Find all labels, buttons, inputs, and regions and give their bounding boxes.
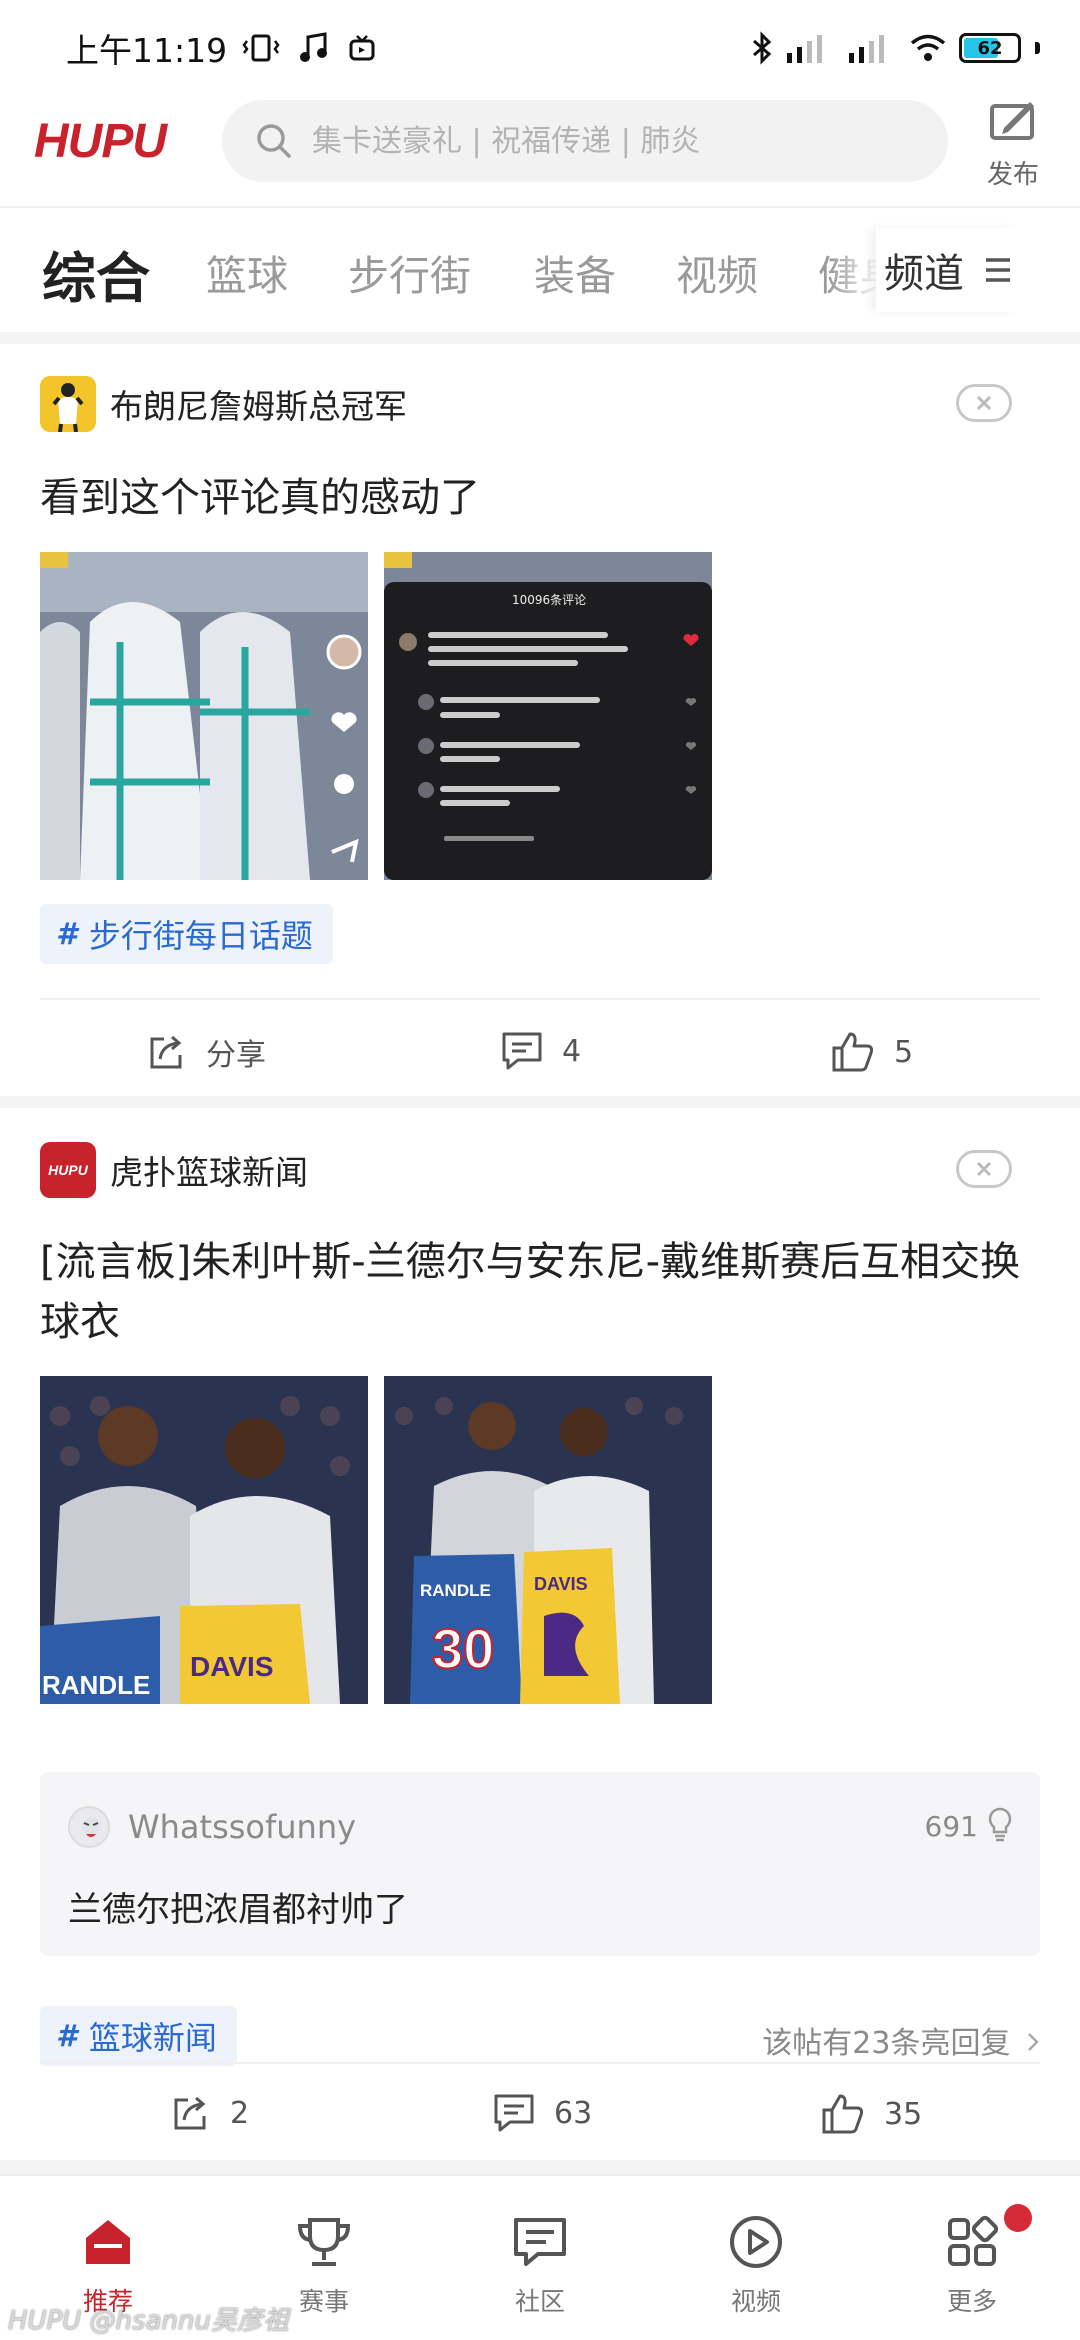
channels-label: 频道 <box>884 251 964 297</box>
hupu-logo[interactable]: HUPU <box>34 114 167 169</box>
post-image-2[interactable]: 10096条评论 <box>384 552 712 880</box>
svg-text:DAVIS: DAVIS <box>534 1574 588 1594</box>
share-icon <box>150 1035 182 1069</box>
tab-video[interactable]: 视频 <box>676 242 758 302</box>
like-button[interactable]: 5 <box>830 1030 913 1074</box>
status-bar: 上午11:19 62 <box>0 0 1080 96</box>
chevron-right-icon <box>1028 2033 1039 2051</box>
comment-username[interactable]: Whatssofunny <box>128 1808 356 1846</box>
dismiss-button[interactable] <box>956 384 1012 422</box>
play-circle-icon <box>730 2216 782 2268</box>
nav-label: 视频 <box>730 2287 781 2316</box>
share-label: 分享 <box>206 1038 266 1073</box>
chat-icon <box>514 2218 566 2266</box>
comment-button[interactable]: 4 <box>500 1030 581 1072</box>
vibrate-icon <box>242 34 280 62</box>
post-image-1[interactable]: RANDLE DAVIS <box>40 1376 368 1704</box>
comment-text: 兰德尔把浓眉都衬帅了 <box>68 1890 408 1930</box>
topic-tag[interactable]: # 步行街每日话题 <box>40 904 333 964</box>
share-count: 2 <box>230 2095 250 2131</box>
close-icon <box>976 395 992 411</box>
watermark: HUPU @hsannu吴彦祖 <box>8 2306 289 2336</box>
tab-pedestrian-street[interactable]: 步行街 <box>348 242 471 302</box>
comment-count: 4 <box>562 1033 582 1069</box>
tab-equipment[interactable]: 装备 <box>534 242 616 302</box>
channels-button[interactable]: 频道 <box>876 228 1018 312</box>
publish-button[interactable]: 发布 <box>978 96 1048 191</box>
trophy-icon <box>297 2218 351 2266</box>
hashtag-icon: # <box>56 916 77 952</box>
share-button[interactable]: 分享 <box>146 1030 266 1074</box>
status-time: 上午11:19 <box>66 31 228 70</box>
bluetooth-icon <box>753 31 772 65</box>
close-icon <box>976 1161 992 1177</box>
grid-icon <box>948 2215 999 2266</box>
signal-icon-2 <box>849 35 884 63</box>
avatar <box>68 1806 110 1848</box>
svg-text:30: 30 <box>432 1617 494 1680</box>
svg-text:RANDLE: RANDLE <box>42 1670 150 1700</box>
home-icon <box>86 2220 130 2264</box>
edit-icon <box>990 102 1034 140</box>
source-avatar <box>40 376 96 432</box>
publish-label: 发布 <box>986 160 1039 190</box>
search-input[interactable] <box>312 123 912 159</box>
comment-count: 63 <box>554 2095 593 2131</box>
topic-tag[interactable]: # 篮球新闻 <box>40 2006 237 2066</box>
comment-button[interactable]: 63 <box>492 2092 592 2134</box>
dismiss-button[interactable] <box>956 1150 1012 1188</box>
tab-comprehensive[interactable]: 综合 <box>42 234 150 313</box>
comment-icon <box>494 2094 534 2132</box>
post-source[interactable]: HUPU 虎扑篮球新闻 <box>40 1142 308 1198</box>
music-icon <box>300 32 328 62</box>
nav-video[interactable]: 视频 <box>648 2176 864 2340</box>
topic-label: 步行街每日话题 <box>88 917 313 955</box>
post-image-2[interactable]: RANDLE 30 DAVIS <box>384 1376 712 1704</box>
svg-text:RANDLE: RANDLE <box>420 1581 491 1600</box>
post-image-1[interactable] <box>40 552 368 880</box>
like-count: 5 <box>894 1034 914 1070</box>
nav-label: 社区 <box>514 2287 565 2316</box>
thumbs-up-icon <box>822 2094 864 2134</box>
hot-comment[interactable]: Whatssofunny 691 兰德尔把浓眉都衬帅了 <box>40 1772 1040 1956</box>
tv-icon <box>349 35 375 61</box>
nav-label: 更多 <box>946 2287 997 2316</box>
wifi-icon <box>910 34 946 61</box>
share-button[interactable]: 2 <box>170 2092 249 2134</box>
source-name: 布朗尼詹姆斯总冠军 <box>110 387 407 426</box>
signal-icon <box>787 35 822 63</box>
notification-badge <box>1004 2204 1032 2232</box>
like-count: 35 <box>884 2096 923 2132</box>
source-name: 虎扑篮球新闻 <box>110 1153 308 1192</box>
app-header: HUPU 发布 <box>0 96 1080 206</box>
comment-icon <box>502 1032 542 1070</box>
topic-label: 篮球新闻 <box>88 2019 217 2057</box>
svg-text:DAVIS: DAVIS <box>190 1651 274 1682</box>
hashtag-icon: # <box>56 2018 77 2054</box>
tab-basketball[interactable]: 篮球 <box>206 242 288 302</box>
reply-hint-link[interactable]: 该帖有23条亮回复 <box>762 2018 1040 2062</box>
thumbs-up-icon <box>832 1032 874 1072</box>
share-icon <box>174 2096 206 2130</box>
menu-icon <box>986 258 1010 282</box>
battery-indicator: 62 <box>959 33 1021 63</box>
nav-more[interactable]: 更多 <box>864 2176 1080 2340</box>
source-avatar: HUPU <box>40 1142 96 1198</box>
category-tabs: 综合 篮球 步行街 装备 视频 健身 频道 <box>0 206 1080 334</box>
post-title[interactable]: [流言板]朱利叶斯-兰德尔与安东尼-戴维斯赛后互相交换球衣 <box>40 1232 1040 1352</box>
lightbulb-icon[interactable] <box>986 1806 1014 1842</box>
post-title[interactable]: 看到这个评论真的感动了 <box>40 468 1040 528</box>
like-button[interactable]: 35 <box>820 2092 922 2136</box>
svg-text:10096条评论: 10096条评论 <box>512 593 586 607</box>
search-bar[interactable] <box>222 100 948 182</box>
search-icon <box>257 124 291 158</box>
post-source[interactable]: 布朗尼詹姆斯总冠军 <box>40 376 407 432</box>
nav-community[interactable]: 社区 <box>432 2176 648 2340</box>
comment-light-count: 691 <box>924 1810 978 1843</box>
